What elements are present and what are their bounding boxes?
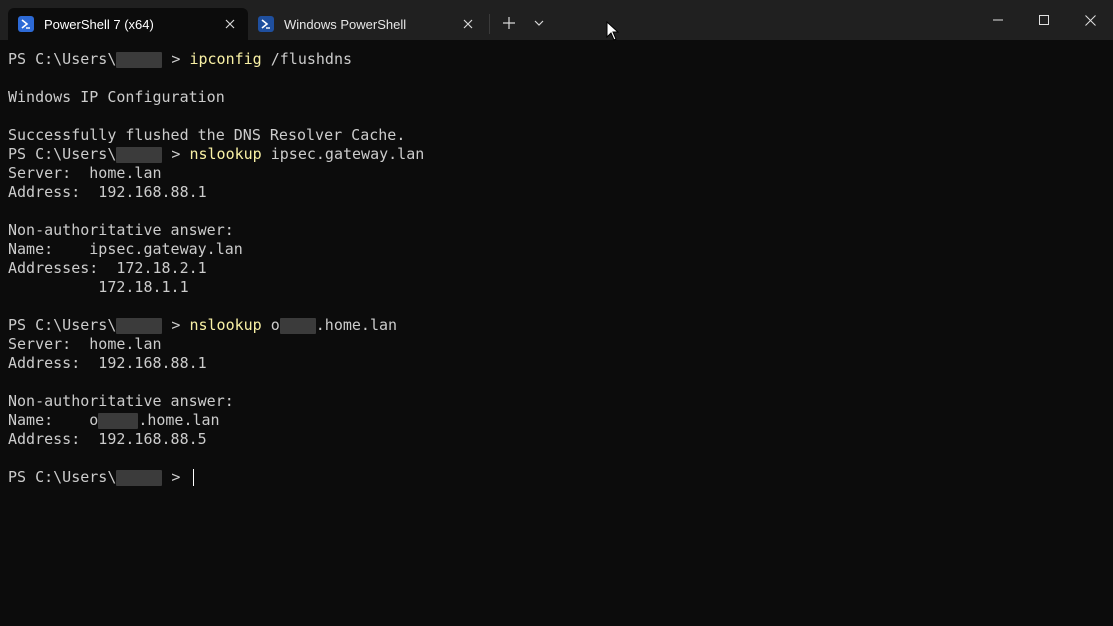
terminal-output[interactable]: PS C:\Users\ > ipconfig /flushdns Window… <box>0 40 1113 626</box>
output-line: Successfully flushed the DNS Resolver Ca… <box>8 126 406 144</box>
output-line: Windows IP Configuration <box>8 88 225 106</box>
command-name: nslookup <box>189 316 262 334</box>
redacted-username <box>116 317 163 334</box>
command-args: /flushdns <box>261 50 353 68</box>
output-line: Address: 192.168.88.1 <box>8 354 207 372</box>
name-value: .home.lan <box>138 411 220 429</box>
new-tab-button[interactable] <box>495 8 523 38</box>
command-args: o <box>261 316 280 334</box>
maximize-icon <box>1039 15 1049 25</box>
close-button[interactable] <box>1067 0 1113 40</box>
redacted-username <box>116 51 163 68</box>
output-line: Address: 192.168.88.5 <box>8 430 207 448</box>
prompt-line: PS C:\Users\ > nslookup o .home.lan <box>8 316 1113 335</box>
prompt-line: PS C:\Users\ > nslookup ipsec.gateway.la… <box>8 145 1113 164</box>
prompt-suffix: > <box>162 145 190 163</box>
chevron-down-icon <box>534 20 544 26</box>
tab-label: PowerShell 7 (x64) <box>44 16 154 32</box>
prompt-suffix: > <box>162 468 190 486</box>
mouse-pointer-icon <box>606 21 620 41</box>
maximize-button[interactable] <box>1021 0 1067 40</box>
prompt-prefix: PS C:\Users\ <box>8 145 117 163</box>
close-icon <box>1084 14 1096 26</box>
prompt-suffix: > <box>162 50 190 68</box>
command-args: .home.lan <box>315 316 398 334</box>
tab-close-icon[interactable] <box>454 10 482 38</box>
tab-close-icon[interactable] <box>216 10 244 38</box>
tab-separator <box>489 14 490 34</box>
output-line: Name: o .home.lan <box>8 411 1113 430</box>
output-line: Non-authoritative answer: <box>8 221 234 239</box>
powershell-icon <box>258 16 274 32</box>
tab-windows-powershell[interactable]: Windows PowerShell <box>250 8 486 40</box>
prompt-suffix: > <box>162 316 190 334</box>
output-line: 172.18.1.1 <box>8 278 189 296</box>
output-line: Server: home.lan <box>8 335 162 353</box>
powershell-icon <box>18 16 34 32</box>
title-bar: PowerShell 7 (x64) Windows PowerShell <box>0 0 1113 40</box>
output-line: Server: home.lan <box>8 164 162 182</box>
prompt-prefix: PS C:\Users\ <box>8 316 117 334</box>
command-args: ipsec.gateway.lan <box>261 145 425 163</box>
prompt-prefix: PS C:\Users\ <box>8 50 117 68</box>
tab-dropdown-button[interactable] <box>525 8 553 38</box>
redacted-username <box>116 469 163 486</box>
prompt-line: PS C:\Users\ > ipconfig /flushdns <box>8 50 1113 69</box>
output-line: Address: 192.168.88.1 <box>8 183 207 201</box>
tab-label: Windows PowerShell <box>284 16 407 32</box>
plus-icon <box>503 17 515 29</box>
minimize-button[interactable] <box>975 0 1021 40</box>
redacted-hostname <box>98 412 139 429</box>
command-name: nslookup <box>189 145 262 163</box>
command-name: ipconfig <box>189 50 262 68</box>
tab-powershell-7[interactable]: PowerShell 7 (x64) <box>8 8 248 40</box>
output-line: Name: ipsec.gateway.lan <box>8 240 243 258</box>
redacted-username <box>116 146 163 163</box>
output-line: Addresses: 172.18.2.1 <box>8 259 207 277</box>
minimize-icon <box>993 19 1003 21</box>
text-cursor <box>193 469 195 486</box>
prompt-prefix: PS C:\Users\ <box>8 468 117 486</box>
prompt-line: PS C:\Users\ > <box>8 468 1113 487</box>
name-label: Name: o <box>8 411 99 429</box>
redacted-hostname <box>279 317 316 334</box>
output-line: Non-authoritative answer: <box>8 392 234 410</box>
